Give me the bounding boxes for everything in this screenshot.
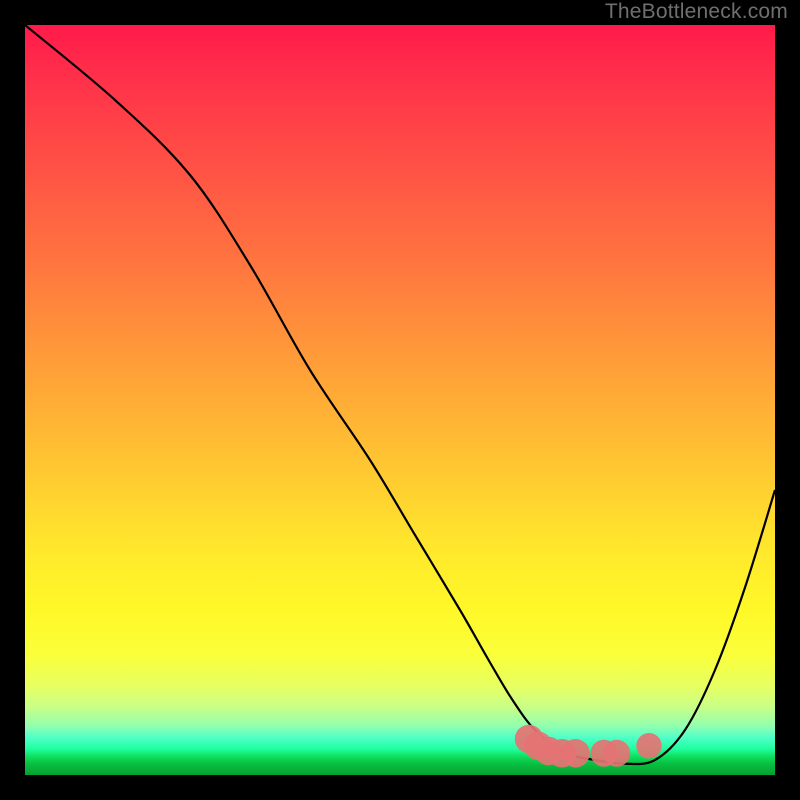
watermark-text: TheBottleneck.com — [605, 0, 788, 24]
bottleneck-curve — [25, 25, 775, 764]
highlight-marker — [603, 740, 630, 767]
highlight-marker — [561, 739, 590, 768]
chart-overlay — [25, 25, 775, 775]
highlight-marker — [636, 733, 662, 759]
highlight-markers — [515, 725, 662, 768]
chart-frame: TheBottleneck.com — [0, 0, 800, 800]
